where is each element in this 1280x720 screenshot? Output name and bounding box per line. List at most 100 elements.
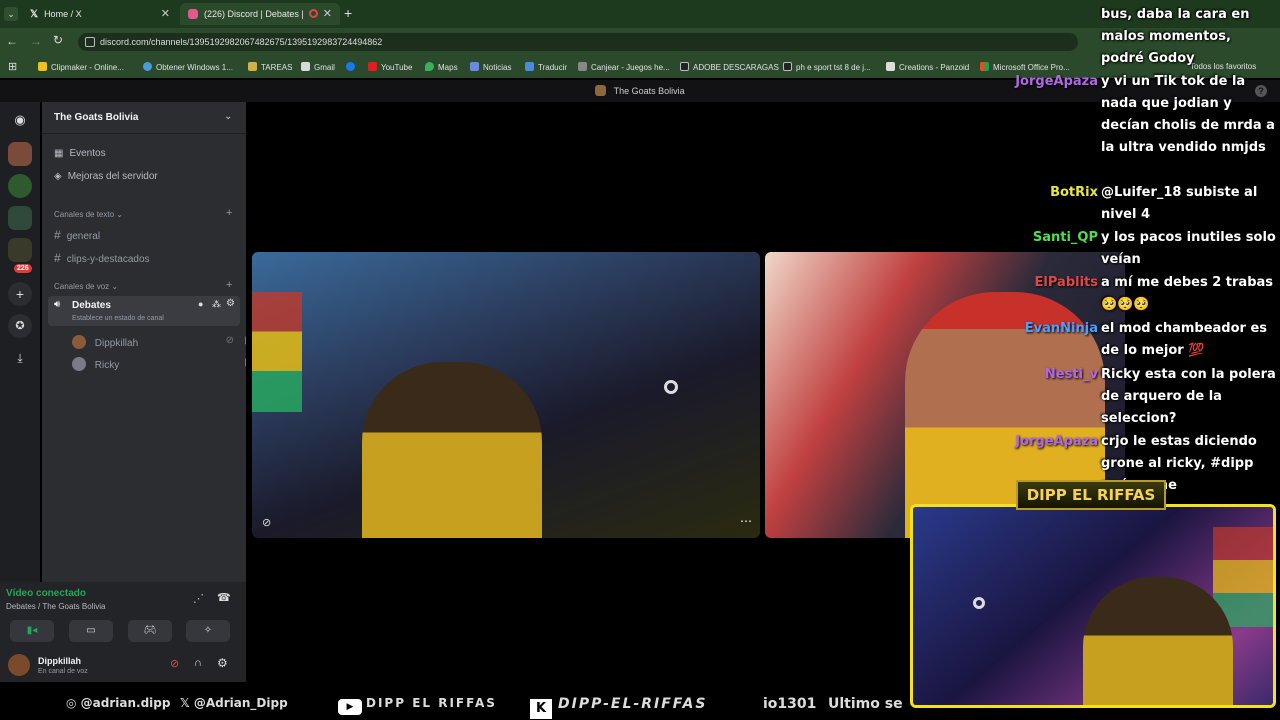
bookmark-youtube[interactable]: YouTube bbox=[368, 62, 412, 72]
close-tab-icon[interactable]: ✕ bbox=[323, 7, 332, 20]
server-name: The Goats Bolivia bbox=[54, 112, 139, 123]
voice-channel-debates[interactable]: 🔊︎ Debates Establece un estado de canal … bbox=[48, 296, 240, 326]
address-bar[interactable]: discord.com/channels/1395192982067482675… bbox=[78, 33, 1078, 51]
tab-label: (226) Discord | Debates | Th... bbox=[204, 9, 304, 19]
more-options-icon[interactable]: ⋯ bbox=[740, 514, 752, 528]
mute-mic-icon[interactable]: ⊘ bbox=[170, 657, 179, 670]
light-orb bbox=[664, 380, 678, 394]
tab-label: Home / X bbox=[44, 9, 82, 19]
forward-icon[interactable]: → bbox=[30, 34, 42, 48]
avatar bbox=[72, 335, 86, 349]
recording-icon bbox=[309, 9, 318, 18]
tab-search-button[interactable]: ⌄ bbox=[4, 7, 18, 21]
tab-home-x[interactable]: 𝕏 Home / X ✕ bbox=[22, 3, 178, 25]
bookmark-clipmaker[interactable]: Clipmaker - Online... bbox=[38, 62, 124, 72]
menu-eventos[interactable]: ▦ Eventos bbox=[54, 148, 106, 159]
voice-member-ricky[interactable]: Ricky ▮ bbox=[72, 357, 250, 371]
channel-general[interactable]: # general bbox=[54, 228, 100, 242]
menu-mejoras[interactable]: ◈ Mejoras del servidor bbox=[54, 171, 158, 182]
chat-icon[interactable]: ● bbox=[198, 299, 203, 309]
bookmark-gmail[interactable]: Gmail bbox=[301, 62, 335, 72]
disconnect-icon[interactable]: ☎ bbox=[217, 591, 231, 604]
light-orb bbox=[973, 597, 985, 609]
add-text-channel-icon[interactable]: + bbox=[226, 207, 232, 219]
ticker-text: io1301 bbox=[763, 696, 817, 712]
site-info-icon[interactable] bbox=[85, 37, 95, 47]
text-category-header[interactable]: Canales de texto ⌄ bbox=[54, 210, 123, 219]
youtube-icon: ▶ bbox=[338, 699, 362, 715]
server-header[interactable]: The Goats Bolivia ⌄ bbox=[42, 102, 246, 134]
apps-icon[interactable]: ⊞ bbox=[8, 60, 17, 73]
muted-icon: ⊘ bbox=[262, 517, 272, 529]
server-icon-goats[interactable] bbox=[8, 174, 32, 198]
server-folder[interactable] bbox=[8, 206, 32, 230]
bookmark-windows[interactable]: Obtener Windows 1... bbox=[143, 62, 233, 72]
settings-icon[interactable]: ⚙ bbox=[226, 298, 235, 309]
discover-icon[interactable]: ✪ bbox=[8, 314, 32, 338]
x-handle: 𝕏 @Adrian_Dipp bbox=[180, 696, 288, 710]
chat-text: el mod chambeador es de lo mejor 💯 bbox=[1101, 321, 1268, 358]
chat-user: Santi_QP bbox=[1032, 230, 1098, 245]
voice-connection-panel: Vídeo conectado Debates / The Goats Boli… bbox=[0, 582, 246, 682]
chat-text: a mí me debes 2 trabas 🥺🥺🥺 bbox=[1101, 275, 1274, 312]
bookmark-facebook[interactable] bbox=[346, 62, 359, 72]
screen-share-button[interactable]: ▭ bbox=[69, 620, 113, 642]
activity-button[interactable]: 🎮︎ bbox=[128, 620, 172, 642]
window-title: The Goats Bolivia bbox=[613, 86, 685, 96]
server-folder-2[interactable] bbox=[8, 238, 32, 262]
chevron-down-icon: ⌄ bbox=[224, 111, 233, 122]
hash-icon: # bbox=[54, 251, 61, 265]
connection-location[interactable]: Debates / The Goats Bolivia bbox=[6, 602, 105, 611]
bookmark-traducir[interactable]: Traducir bbox=[525, 62, 567, 72]
instagram-icon: ◎ bbox=[66, 696, 81, 710]
back-icon[interactable]: ← bbox=[6, 34, 18, 48]
chat-text: Ricky esta con la polera de arquero de l… bbox=[1101, 367, 1276, 426]
chat-user: JorgeApaza bbox=[1015, 74, 1098, 89]
download-apps-icon[interactable]: ⤓ bbox=[8, 346, 32, 370]
chat-user: JorgeApaza bbox=[1015, 434, 1098, 449]
bookmark-ph-esport[interactable]: ph e sport tst 8 de j... bbox=[783, 62, 871, 72]
chevron-down-icon: ⌄ bbox=[116, 210, 123, 219]
kick-handle: K DIPP-EL-RIFFAS bbox=[530, 696, 707, 719]
x-logo-icon: 𝕏 bbox=[30, 8, 39, 20]
flag-decoration bbox=[252, 292, 302, 412]
social-links-bar: ◎ @adrian.dipp 𝕏 @Adrian_Dipp ▶ DIPP EL R… bbox=[0, 688, 910, 720]
add-server-icon[interactable]: + bbox=[8, 282, 32, 306]
invite-icon[interactable]: ⁂ bbox=[212, 299, 221, 310]
connection-status[interactable]: Vídeo conectado bbox=[6, 588, 86, 599]
noise-suppression-icon[interactable]: ⋰ bbox=[193, 592, 204, 605]
chat-user: Nesti_v bbox=[1044, 367, 1098, 382]
add-voice-channel-icon[interactable]: + bbox=[226, 279, 232, 291]
hash-icon: # bbox=[54, 228, 61, 242]
headphones-icon[interactable]: ∩ bbox=[194, 657, 202, 669]
camera-button[interactable]: ▮◂ bbox=[10, 620, 54, 642]
user-panel[interactable]: Dippkillah En canal de voz ⊘ ∩ ⚙ bbox=[0, 650, 246, 682]
instagram-handle: ◎ @adrian.dipp bbox=[66, 696, 171, 710]
video-tile-dippkillah[interactable]: ⊘ ⋯ bbox=[252, 252, 760, 538]
reload-icon[interactable]: ↻ bbox=[53, 33, 63, 47]
chat-user: BotRix bbox=[1050, 185, 1098, 200]
channel-sidebar: The Goats Bolivia ⌄ ▦ Eventos ◈ Mejoras de… bbox=[42, 102, 250, 582]
close-tab-icon[interactable]: ✕ bbox=[161, 7, 170, 20]
bookmark-tareas[interactable]: TAREAS bbox=[248, 62, 292, 72]
url-text: discord.com/channels/1395192982067482675… bbox=[100, 37, 383, 47]
boost-icon: ◈ bbox=[54, 171, 62, 182]
server-icon-1[interactable] bbox=[8, 142, 32, 166]
bookmark-panzoid[interactable]: Creations - Panzoid bbox=[886, 62, 969, 72]
bookmark-noticias[interactable]: Noticias bbox=[470, 62, 511, 72]
direct-messages-icon[interactable]: ◉ bbox=[8, 108, 32, 132]
bookmark-canjear[interactable]: Canjear - Juegos he... bbox=[578, 62, 670, 72]
new-tab-button[interactable]: + bbox=[344, 5, 352, 21]
voice-category-header[interactable]: Canales de voz ⌄ bbox=[54, 282, 118, 291]
chat-text: y los pacos inutiles solo veían bbox=[1101, 230, 1276, 267]
soundboard-button[interactable]: ✧ bbox=[186, 620, 230, 642]
bookmark-maps[interactable]: Maps bbox=[425, 62, 458, 72]
user-settings-icon[interactable]: ⚙ bbox=[217, 656, 228, 670]
voice-member-dippkillah[interactable]: Dippkillah ⊘ ▮ bbox=[72, 335, 250, 349]
bookmark-adobe[interactable]: ADOBE DESCARAGAS bbox=[680, 62, 779, 72]
chat-text: y vi un Tik tok de la nada que jodian y … bbox=[1101, 74, 1275, 155]
channel-clips-y-destacados[interactable]: # clips-y-destacados bbox=[54, 251, 150, 265]
channel-status[interactable]: Establece un estado de canal bbox=[72, 315, 164, 322]
tab-discord[interactable]: (226) Discord | Debates | Th... ✕ bbox=[180, 3, 340, 25]
speaker-icon: 🔊︎ bbox=[54, 299, 61, 310]
